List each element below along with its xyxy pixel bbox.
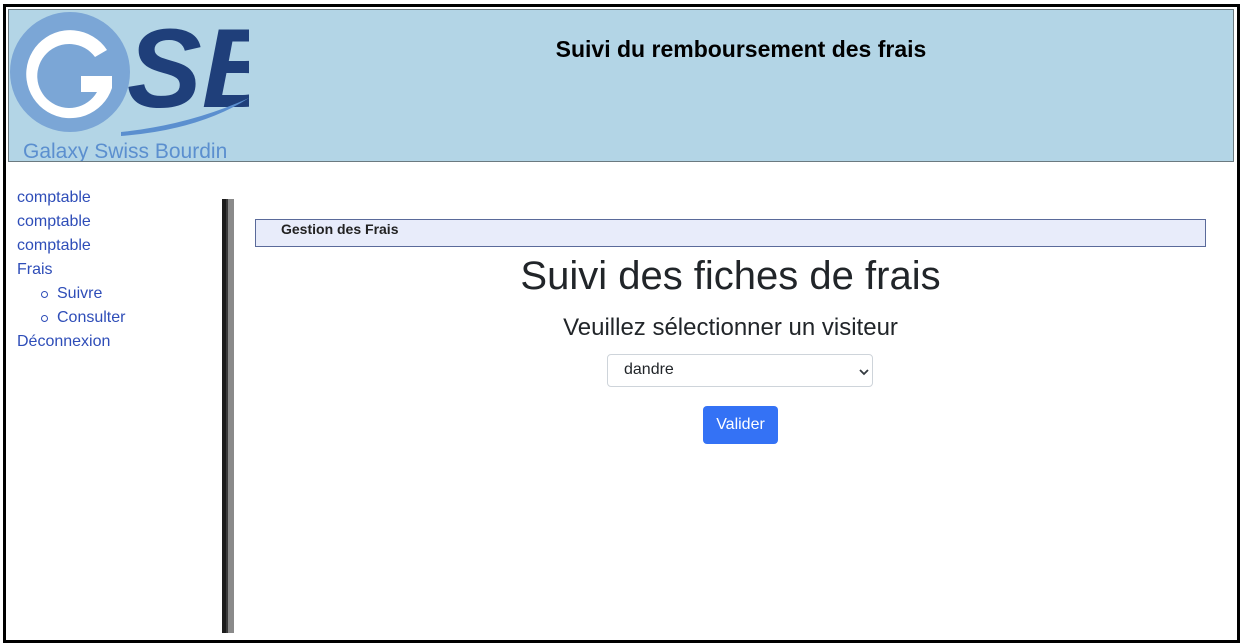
page-title: Suivi des fiches de frais	[520, 254, 941, 298]
frais-submenu: Suivre Consulter	[17, 282, 217, 330]
sidebar-link-suivre[interactable]: Suivre	[57, 282, 217, 306]
sidebar-item-frais[interactable]: Frais	[17, 258, 217, 282]
section-label: Gestion des Frais	[281, 221, 399, 237]
validate-button[interactable]: Valider	[703, 406, 778, 444]
section-header: Gestion des Frais	[255, 219, 1206, 247]
submenu-item-suivre: Suivre	[41, 282, 217, 306]
app-title: Suivi du remboursement des frais	[555, 36, 927, 62]
sidebar-divider	[222, 199, 234, 633]
gsb-logo: SB Galaxy Swiss Bourdin	[9, 10, 249, 161]
visitor-select-value: dandre	[624, 361, 674, 378]
page-subtitle: Veuillez sélectionner un visiteur	[563, 314, 898, 341]
header: SB Galaxy Swiss Bourdin Suivi du rembour…	[8, 9, 1234, 162]
sidebar-item-comptable-1[interactable]: comptable	[17, 186, 217, 210]
sidebar-link-consulter[interactable]: Consulter	[57, 306, 217, 330]
visitor-select[interactable]: dandre	[607, 354, 873, 387]
sidebar-item-comptable-2[interactable]: comptable	[17, 210, 217, 234]
submenu-item-consulter: Consulter	[41, 306, 217, 330]
sidebar-item-comptable-3[interactable]: comptable	[17, 234, 217, 258]
svg-text:Galaxy Swiss Bourdin: Galaxy Swiss Bourdin	[23, 140, 227, 161]
svg-text:SB: SB	[127, 10, 249, 131]
chevron-down-icon	[858, 365, 870, 377]
sidebar: comptable comptable comptable Frais Suiv…	[17, 186, 217, 354]
sidebar-item-deconnexion[interactable]: Déconnexion	[17, 330, 217, 354]
